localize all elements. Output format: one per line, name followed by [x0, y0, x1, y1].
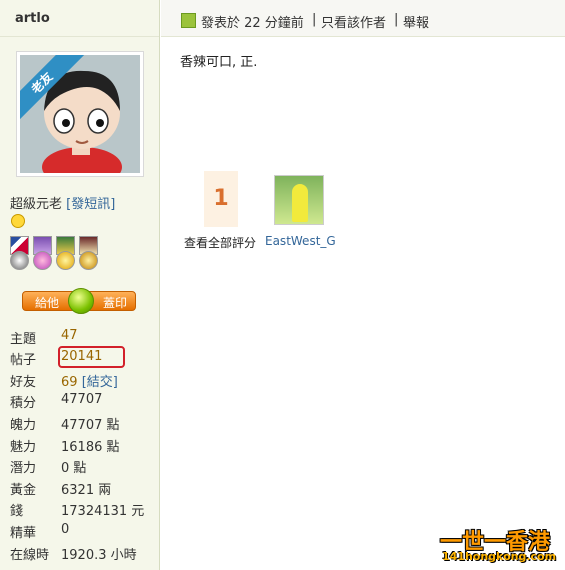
- stat-label: 魄力: [10, 418, 37, 433]
- stat-label: 黃金: [10, 483, 37, 498]
- rating-count: 1: [204, 171, 238, 227]
- medal-star-silver-icon: [10, 251, 29, 270]
- watermark-url: 141hongkong.com: [442, 550, 557, 563]
- medal-star-gold-icon: [79, 251, 98, 270]
- medal-sun-icon: [56, 251, 75, 270]
- view-all-ratings-link[interactable]: 查看全部評分: [184, 234, 256, 251]
- stat-label: 好友: [10, 375, 37, 390]
- divider: |: [394, 12, 399, 27]
- rank-title: 超級元老: [10, 197, 63, 212]
- avatar-image: 老友: [20, 55, 140, 173]
- site-watermark: 一世一香港 141hongkong.com: [440, 524, 558, 564]
- stat-label: 在線時: [10, 548, 50, 563]
- username[interactable]: artlo: [0, 0, 159, 37]
- stat-value[interactable]: 47: [61, 328, 78, 343]
- stat-value: 47707: [61, 392, 103, 407]
- post-content: 香辣可口, 正.: [180, 55, 258, 70]
- send-pm-link[interactable]: [發短訊]: [66, 197, 115, 212]
- stat-label: 積分: [10, 396, 37, 411]
- online-status-icon: [181, 13, 196, 28]
- medal-star-pink-icon: [33, 251, 52, 270]
- avatar[interactable]: 老友: [16, 51, 144, 177]
- stat-value: 1920.3 小時: [61, 548, 137, 563]
- stat-label: 帖子: [10, 353, 37, 368]
- rater-figure: [292, 184, 308, 222]
- post-time: 發表於 22 分鐘前: [201, 16, 304, 31]
- add-friend-link[interactable]: [結交]: [82, 375, 118, 390]
- rater-name-link[interactable]: EastWest_G: [265, 234, 336, 248]
- profile-sidebar: artlo 老友 超級元老 [發短訊] 給他 蓋印 主題 47 帖子 20141…: [0, 0, 160, 570]
- stat-value: 6321 兩: [61, 483, 112, 498]
- give-stamp-button[interactable]: 給他 蓋印: [22, 288, 136, 314]
- stat-value-group: 69 [結交]: [61, 371, 118, 390]
- stat-value: 0: [61, 522, 70, 537]
- posts-count-highlight: [58, 346, 125, 368]
- stat-value[interactable]: 69: [61, 375, 78, 390]
- stat-label: 主題: [10, 332, 37, 347]
- post-header: 發表於 22 分鐘前 | 只看該作者 | 舉報: [161, 0, 565, 37]
- stat-label: 錢: [10, 504, 24, 519]
- give-button-right-label: 蓋印: [102, 296, 127, 310]
- stat-value: 16186 點: [61, 440, 120, 455]
- stamp-ball-icon: [68, 288, 94, 314]
- stat-label: 魅力: [10, 440, 37, 455]
- stat-value: 17324131 元: [61, 504, 145, 519]
- stat-value: 0 點: [61, 461, 87, 476]
- smiley-icon: [11, 214, 25, 228]
- stat-label: 潛力: [10, 461, 37, 476]
- stat-label: 精華: [10, 526, 37, 541]
- stat-value: 47707 點: [61, 418, 120, 433]
- report-link[interactable]: 舉報: [403, 12, 429, 31]
- medal-row-2: [10, 251, 98, 270]
- rank-line: 超級元老 [發短訊]: [10, 193, 115, 212]
- divider: |: [312, 12, 317, 27]
- give-button-left-label: 給他: [35, 296, 60, 310]
- rater-avatar[interactable]: [274, 175, 324, 225]
- author-only-link[interactable]: 只看該作者: [321, 12, 386, 31]
